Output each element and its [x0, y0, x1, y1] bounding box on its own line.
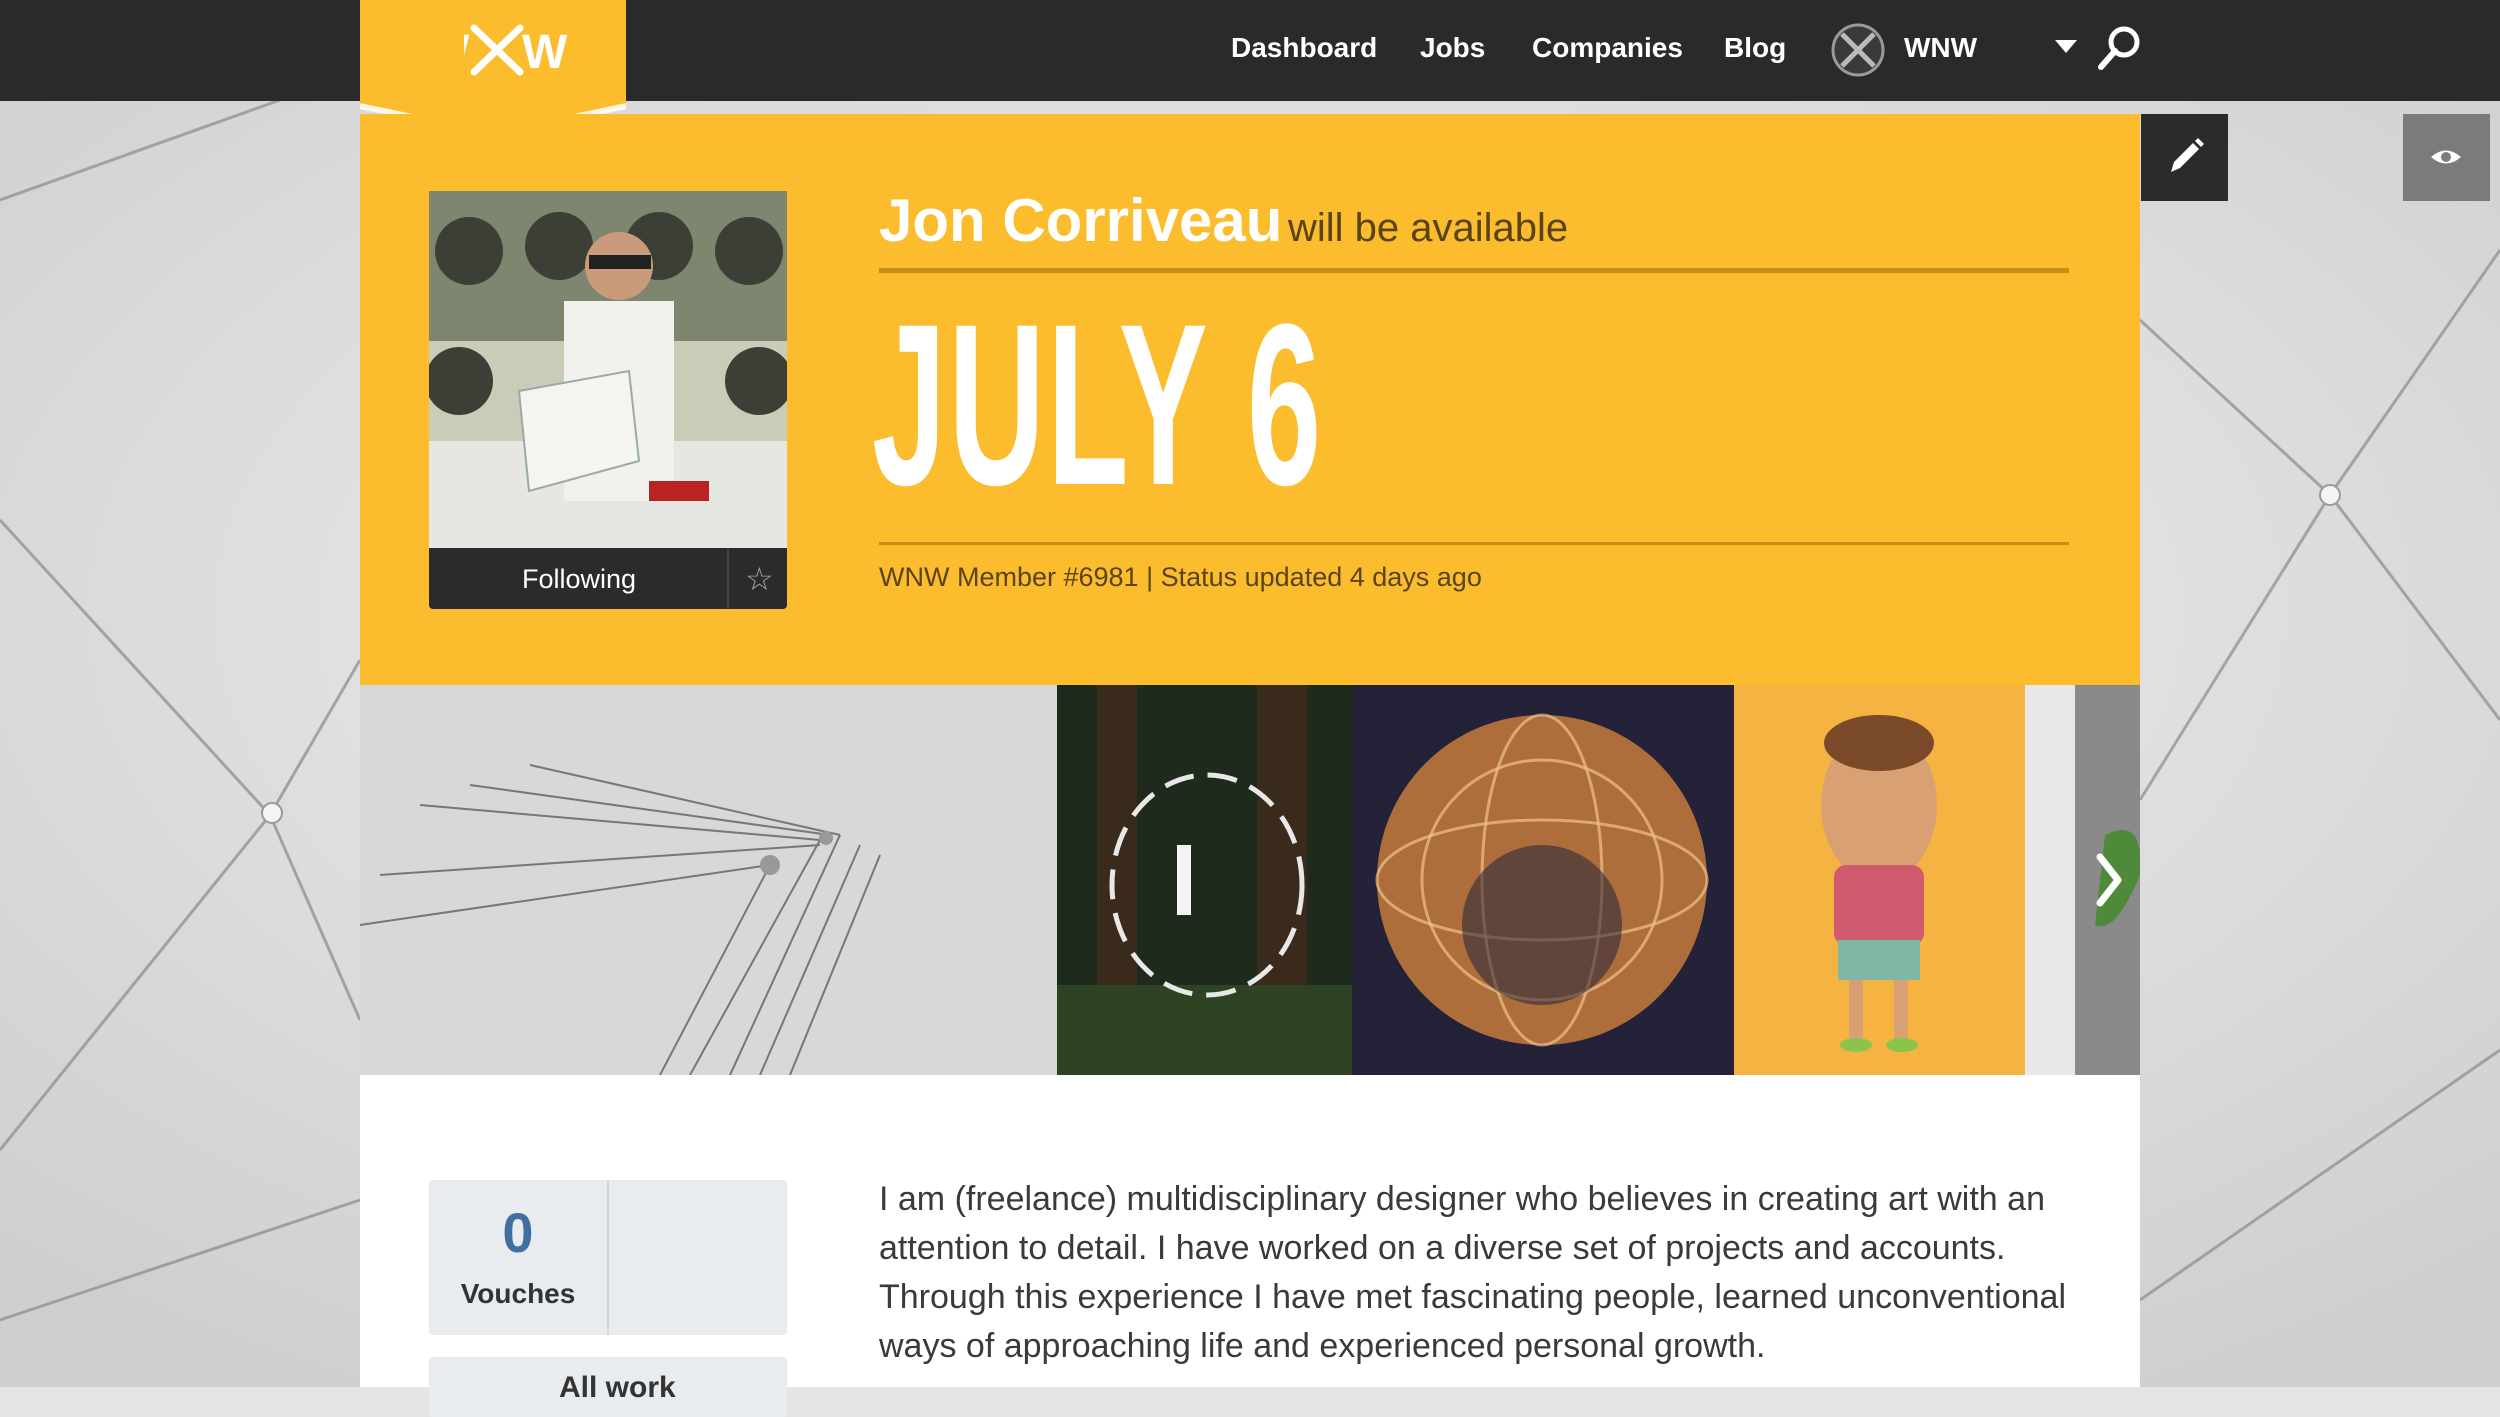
all-work-label: All work	[559, 1371, 676, 1404]
profile-header: Following ☆ Jon Corriveau will be availa…	[360, 114, 2140, 686]
gallery-item[interactable]	[1352, 685, 1734, 1075]
available-date: JULY 6	[872, 276, 1324, 533]
nav-account-label[interactable]: WNW	[1904, 32, 1977, 64]
nav-companies[interactable]: Companies	[1532, 32, 1683, 64]
nav-jobs[interactable]: Jobs	[1420, 32, 1485, 64]
logo-w-right: W	[522, 26, 568, 79]
member-meta: WNW Member #6981 | Status updated 4 days…	[879, 562, 1482, 592]
edit-profile-button[interactable]	[2141, 114, 2228, 201]
gallery-item[interactable]	[360, 685, 1057, 1075]
eye-icon	[2431, 150, 2461, 164]
logo-w-left: W	[464, 26, 470, 79]
nav-blog[interactable]: Blog	[1724, 32, 1786, 64]
star-outline-icon[interactable]: ☆	[745, 560, 774, 598]
profile-content: 0 Vouches All work I am (freelance) mult…	[360, 1075, 2140, 1417]
caret-down-icon[interactable]	[2055, 40, 2077, 53]
availability-phrase: will be available	[1288, 206, 1569, 250]
all-work-stat[interactable]: All work	[429, 1357, 787, 1417]
chevron-right-icon[interactable]	[2072, 685, 2140, 1075]
vouches-count: 0	[502, 1201, 534, 1264]
portfolio-gallery	[360, 685, 2140, 1075]
profile-photo[interactable]	[429, 191, 787, 549]
gallery-item[interactable]	[1057, 685, 1352, 1075]
profile-bio: I am (freelance) multidisciplinary desig…	[879, 1180, 2066, 1365]
follow-label: Following	[521, 564, 637, 594]
profile-name: Jon Corriveau	[879, 187, 1283, 254]
date-divider	[879, 542, 2069, 545]
preview-profile-button[interactable]	[2403, 114, 2490, 201]
wnw-avatar-icon[interactable]	[1830, 22, 1886, 78]
follow-button[interactable]: Following ☆	[429, 548, 787, 609]
follow-divider	[727, 548, 729, 609]
gallery-item[interactable]	[1734, 685, 2025, 1075]
search-icon[interactable]	[2096, 24, 2144, 72]
vouches-stat[interactable]: 0 Vouches	[429, 1180, 787, 1335]
pencil-icon	[2171, 138, 2204, 172]
logo-mark-icon: W W	[464, 24, 568, 79]
vouches-label: Vouches	[460, 1278, 576, 1309]
stat-divider	[607, 1180, 609, 1335]
nav-dashboard[interactable]: Dashboard	[1231, 32, 1377, 64]
header-divider	[879, 268, 2069, 273]
